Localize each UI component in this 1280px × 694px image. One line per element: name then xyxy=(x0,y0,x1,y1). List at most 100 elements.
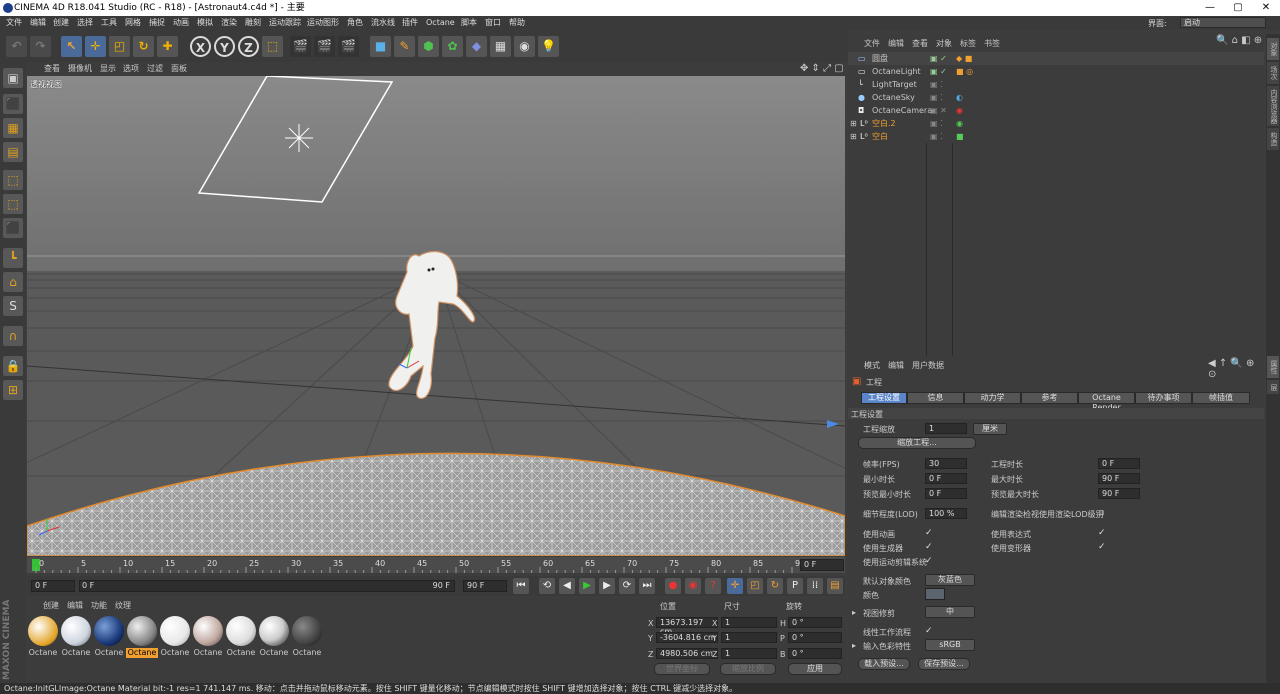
next-key-icon[interactable]: ⟳ xyxy=(619,578,635,594)
object-row-null2[interactable]: ⊞ L⁰ 空白.2 ▣ ⁚ ◉ xyxy=(848,117,1264,130)
obj-menu-bookmarks[interactable]: 书签 xyxy=(984,38,1000,49)
visibility-dots[interactable]: ▣ ✓ xyxy=(930,52,947,65)
pos-y-field[interactable]: -3604.816 cm xyxy=(656,632,718,643)
render-view-icon[interactable]: 🎬 xyxy=(290,36,311,57)
input-expand-icon[interactable]: ▸ xyxy=(852,641,856,650)
lod-field[interactable]: 100 % xyxy=(925,508,967,519)
object-row-lighttarget[interactable]: └ LightTarget ▣ ⁚ xyxy=(848,78,1264,91)
viewport-nav-icons[interactable]: ✥ ⇕ ⤢ ▢ xyxy=(800,62,844,76)
lod-render-checkbox[interactable]: ▫ xyxy=(1098,508,1104,518)
obj-menu-objects[interactable]: 对象 xyxy=(936,38,952,49)
menu-sculpt[interactable]: 雕刻 xyxy=(245,16,261,30)
material-swatch[interactable] xyxy=(193,616,223,646)
scale-unit-select[interactable]: 厘米 xyxy=(973,423,1007,435)
vp-menu-filter[interactable]: 过滤 xyxy=(147,62,163,76)
tab-octane-render[interactable]: Octane Render xyxy=(1078,392,1135,412)
end-frame-field[interactable]: 90 F xyxy=(463,580,507,592)
scale-field[interactable]: 1 xyxy=(925,423,967,434)
pen-icon[interactable]: ✎ xyxy=(394,36,415,57)
record-icon[interactable]: ● xyxy=(665,578,681,594)
material-swatch[interactable] xyxy=(61,616,91,646)
object-row-octanelight[interactable]: ▭ OctaneLight ▣ ✓ ■ ◎ xyxy=(848,65,1264,78)
grid-icon[interactable]: ⊞ xyxy=(3,380,23,400)
visibility-dots[interactable]: ▣ ✓ xyxy=(930,65,947,78)
rot-p-field[interactable]: 0 ° xyxy=(788,632,842,643)
light-target-star[interactable] xyxy=(285,124,313,152)
visibility-dots[interactable]: ▣ ⁚ xyxy=(930,91,943,104)
play-icon[interactable]: ▶ xyxy=(579,578,595,594)
use-deformer-checkbox[interactable]: ✓ xyxy=(1098,542,1106,552)
max-time-field[interactable]: 90 F xyxy=(1098,473,1140,484)
model-mode-icon[interactable]: ⬛ xyxy=(3,94,23,114)
object-row-octanesky[interactable]: ● OctaneSky ▣ ⁚ ◐ xyxy=(848,91,1264,104)
coord-scale-select[interactable]: 缩放比例 xyxy=(720,663,776,675)
menu-script[interactable]: 脚本 xyxy=(461,16,477,30)
start-frame-field[interactable]: 0 F xyxy=(31,580,75,592)
expand-icon[interactable]: ⊞ xyxy=(850,117,857,130)
interface-select[interactable]: 启动 xyxy=(1180,17,1266,28)
tab-info[interactable]: 信息 xyxy=(907,392,964,404)
save-preset-button[interactable]: 保存预设... xyxy=(918,658,970,670)
attr-menu-userdata[interactable]: 用户数据 xyxy=(912,360,944,371)
key-pla-icon[interactable]: ⁞⁞ xyxy=(807,578,823,594)
obj-menu-view[interactable]: 查看 xyxy=(912,38,928,49)
vp-menu-panel[interactable]: 面板 xyxy=(171,62,187,76)
prev-frame-icon[interactable]: ◀ xyxy=(559,578,575,594)
tag-icons[interactable]: ◐ xyxy=(956,91,963,104)
workplane-icon[interactable]: ▤ xyxy=(3,142,23,162)
menu-tools[interactable]: 工具 xyxy=(101,16,117,30)
key-rotation-icon[interactable]: ↻ xyxy=(767,578,783,594)
goto-start-icon[interactable]: ⏮ xyxy=(513,578,529,594)
menu-window[interactable]: 窗口 xyxy=(485,16,501,30)
mat-menu-texture[interactable]: 纹理 xyxy=(115,600,131,611)
perspective-viewport[interactable]: 透视视图 xyxy=(27,76,845,556)
coord-system-icon[interactable]: ⬚ xyxy=(262,36,283,57)
edges-mode-icon[interactable]: ⬚ xyxy=(3,194,23,214)
redo-button[interactable]: ↷ xyxy=(30,36,51,57)
load-preset-button[interactable]: 载入预设... xyxy=(858,658,910,670)
obj-search-icon[interactable]: 🔍 ⌂ ◧ ⊕ xyxy=(1216,35,1262,46)
mat-menu-create[interactable]: 创建 xyxy=(43,600,59,611)
rotate-tool-icon[interactable]: ↻ xyxy=(133,36,154,57)
mat-menu-function[interactable]: 功能 xyxy=(91,600,107,611)
move-tool-icon[interactable]: ✛ xyxy=(85,36,106,57)
vtab-layers[interactable]: 层 xyxy=(1267,380,1279,394)
goto-end-icon[interactable]: ⏭ xyxy=(639,578,655,594)
points-mode-icon[interactable]: ⬚ xyxy=(3,170,23,190)
preview-min-field[interactable]: 0 F xyxy=(925,488,967,499)
vtab-content-browser[interactable]: 内容浏览器 xyxy=(1267,86,1279,126)
prev-key-icon[interactable]: ⟲ xyxy=(539,578,555,594)
tag-icons[interactable]: ◉ xyxy=(956,104,963,117)
y-axis-lock-button[interactable]: Y xyxy=(214,36,235,57)
tag-icons[interactable]: ■ ◎ xyxy=(956,65,973,78)
menu-motion-tracking[interactable]: 运动跟踪 xyxy=(269,16,301,30)
rot-h-field[interactable]: 0 ° xyxy=(788,617,842,628)
pos-z-field[interactable]: 4980.506 cm xyxy=(656,648,718,659)
attr-nav-icons[interactable]: ◀ ↑ 🔍 ⊕ ⊙ xyxy=(1208,358,1264,380)
menu-animate[interactable]: 动画 xyxy=(173,16,189,30)
timeline-window-icon[interactable]: ▤ xyxy=(827,578,843,594)
coord-apply-button[interactable]: 应用 xyxy=(788,663,842,675)
menu-file[interactable]: 文件 xyxy=(6,16,22,30)
fps-field[interactable]: 30 xyxy=(925,458,967,469)
attr-menu-mode[interactable]: 模式 xyxy=(864,360,880,371)
z-axis-lock-button[interactable]: Z xyxy=(238,36,259,57)
snap-icon[interactable]: S xyxy=(3,296,23,316)
material-swatch[interactable] xyxy=(226,616,256,646)
visibility-dots[interactable]: ▣ ⁚ xyxy=(930,130,943,143)
key-param-icon[interactable]: P xyxy=(787,578,803,594)
magnet-icon[interactable]: ∩ xyxy=(3,326,23,346)
texture-mode-icon[interactable]: ▦ xyxy=(3,118,23,138)
menu-mesh[interactable]: 网格 xyxy=(125,16,141,30)
light-icon[interactable]: 💡 xyxy=(538,36,559,57)
color-swatch[interactable] xyxy=(925,588,945,600)
tab-dynamics[interactable]: 动力学 xyxy=(964,392,1021,404)
tab-project-settings[interactable]: 工程设置 xyxy=(861,392,907,404)
floor-icon[interactable]: ▦ xyxy=(490,36,511,57)
use-animation-checkbox[interactable]: ✓ xyxy=(925,528,933,538)
view-clip-select[interactable]: 中 xyxy=(925,606,975,618)
visibility-dots[interactable]: ▣ ⁚ xyxy=(930,78,943,91)
material-swatch[interactable] xyxy=(127,616,157,646)
duration-field[interactable]: 0 F xyxy=(1098,458,1140,469)
object-row-disc[interactable]: ▭ 圆盘 ▣ ✓ ◆ ■ xyxy=(848,52,1264,65)
